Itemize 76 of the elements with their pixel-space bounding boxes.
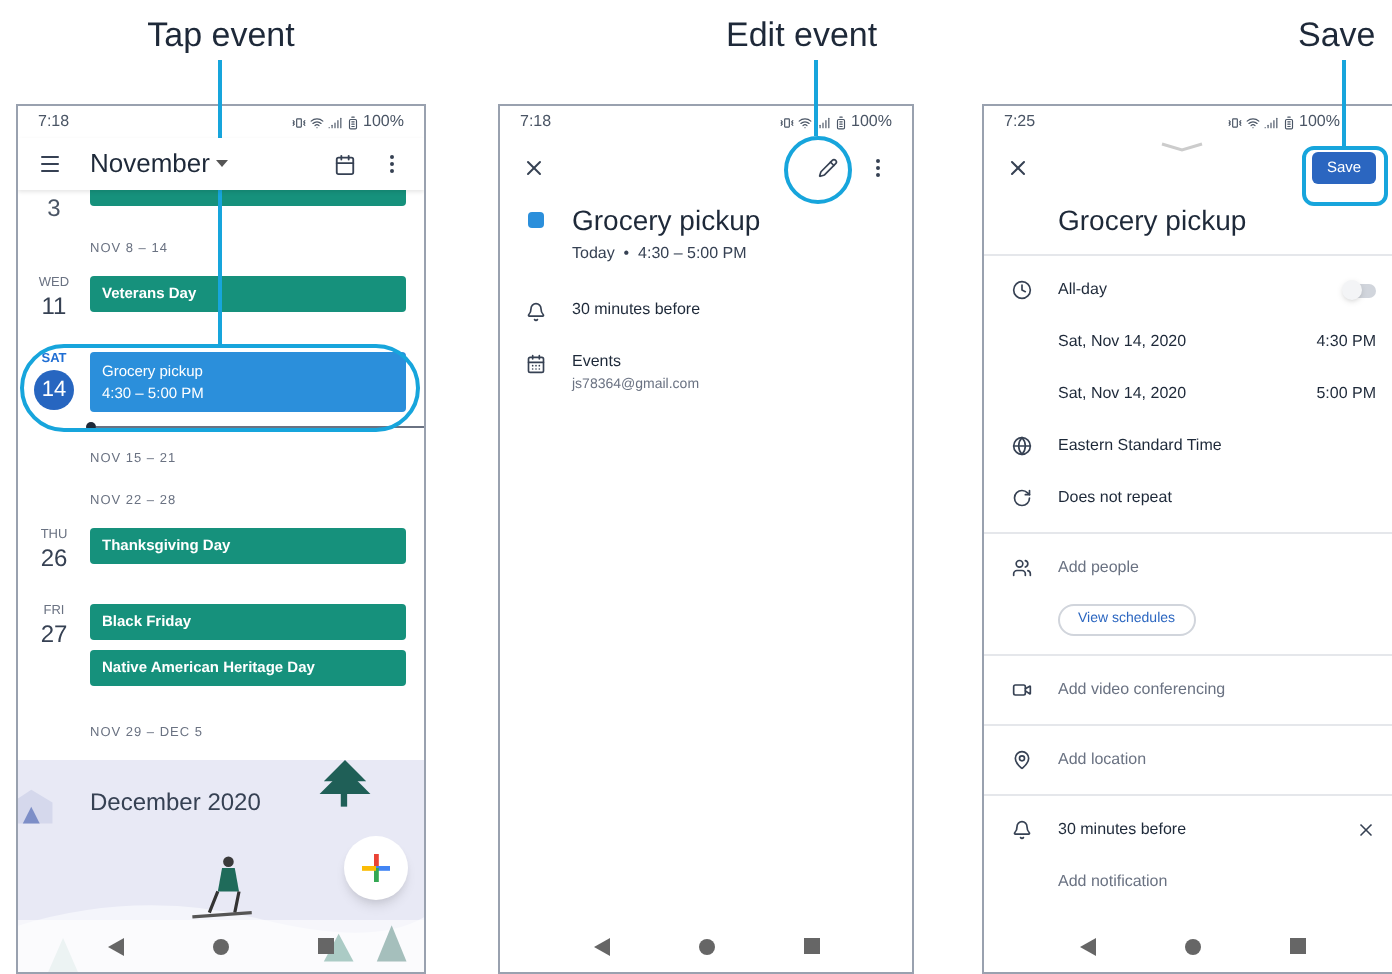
- month-dropdown[interactable]: November: [90, 144, 228, 184]
- day-number: 14: [34, 370, 74, 410]
- signal-icon: [327, 115, 342, 129]
- edit-icon[interactable]: [818, 158, 838, 178]
- drag-handle-icon[interactable]: [1160, 142, 1204, 152]
- month-heading: December 2020: [90, 786, 261, 820]
- remove-icon[interactable]: [1356, 820, 1376, 840]
- vibrate-icon: [291, 115, 306, 129]
- day-number: 27: [40, 620, 68, 648]
- wifi-icon: [1245, 115, 1260, 129]
- battery-level: 100%: [363, 110, 404, 134]
- time-value[interactable]: 5:00 PM: [1316, 382, 1376, 406]
- wifi-icon: [797, 115, 812, 129]
- row-label[interactable]: All-day: [1058, 278, 1107, 302]
- event-title: Grocery pickup: [572, 202, 761, 238]
- location-pin-icon: [1011, 750, 1031, 770]
- globe-icon: [1011, 436, 1031, 456]
- event-time: Today • 4:30 – 5:00 PM: [572, 242, 749, 266]
- day-number: 26: [40, 544, 68, 572]
- vibrate-icon: [1227, 115, 1242, 129]
- calendar-icon[interactable]: [334, 153, 356, 175]
- menu-icon[interactable]: [38, 152, 62, 176]
- row-label[interactable]: Add people: [1058, 556, 1139, 580]
- recents-icon[interactable]: [803, 938, 819, 954]
- row-label[interactable]: Add location: [1058, 748, 1147, 772]
- row-label[interactable]: 30 minutes before: [1058, 818, 1187, 842]
- home-icon[interactable]: [1183, 937, 1201, 955]
- step-caption: Edit event: [726, 14, 878, 58]
- row-label[interactable]: Eastern Standard Time: [1058, 434, 1222, 458]
- time-value[interactable]: 4:30 PM: [1316, 330, 1376, 354]
- plus-icon: [362, 854, 390, 882]
- close-icon[interactable]: [1006, 156, 1030, 180]
- battery-level: 100%: [851, 110, 892, 134]
- wifi-icon: [309, 115, 324, 129]
- event-title: Grocery pickup: [1056, 202, 1249, 240]
- people-icon: [1011, 558, 1031, 578]
- home-icon[interactable]: [212, 937, 230, 955]
- bell-icon: [526, 302, 546, 322]
- day-number: 11: [41, 292, 67, 320]
- signal-icon: [815, 115, 830, 129]
- caret-icon: [215, 160, 228, 168]
- vibrate-icon: [779, 115, 794, 129]
- status-time: 7:18: [38, 110, 70, 134]
- home-icon[interactable]: [697, 937, 715, 955]
- row-label[interactable]: Does not repeat: [1058, 486, 1172, 510]
- recents-icon[interactable]: [1289, 938, 1305, 954]
- back-icon[interactable]: [593, 937, 609, 955]
- callout-line: [1342, 60, 1346, 146]
- row-label[interactable]: Add video conferencing: [1058, 678, 1226, 702]
- video-icon: [1011, 680, 1031, 700]
- detail-text: 30 minutes before: [572, 298, 701, 322]
- battery-icon: [833, 115, 848, 129]
- status-time: 7:25: [1004, 110, 1036, 134]
- step-caption: Tap event: [147, 14, 295, 58]
- battery-icon: [345, 115, 360, 129]
- calendar-icon: [526, 354, 546, 374]
- day-number: 3: [45, 192, 63, 222]
- callout-box: [1302, 146, 1388, 206]
- callout-line: [814, 60, 818, 136]
- bell-icon: [1011, 820, 1031, 840]
- close-icon[interactable]: [522, 156, 546, 180]
- row-label[interactable]: Sat, Nov 14, 2020: [1058, 330, 1187, 354]
- battery-icon: [1281, 115, 1296, 129]
- repeat-icon: [1011, 488, 1031, 508]
- step-caption: Save: [1298, 14, 1376, 58]
- back-icon[interactable]: [108, 937, 124, 955]
- status-time: 7:18: [520, 110, 552, 134]
- signal-icon: [1263, 115, 1278, 129]
- all-day-toggle[interactable]: [1344, 283, 1376, 297]
- detail-text: Events: [572, 350, 623, 374]
- row-label[interactable]: Sat, Nov 14, 2020: [1058, 382, 1187, 406]
- row-label[interactable]: Add notification: [1058, 870, 1168, 894]
- event-color-square: [528, 212, 544, 228]
- clock-icon: [1011, 280, 1031, 300]
- battery-level: 100%: [1299, 110, 1340, 134]
- back-icon[interactable]: [1079, 937, 1095, 955]
